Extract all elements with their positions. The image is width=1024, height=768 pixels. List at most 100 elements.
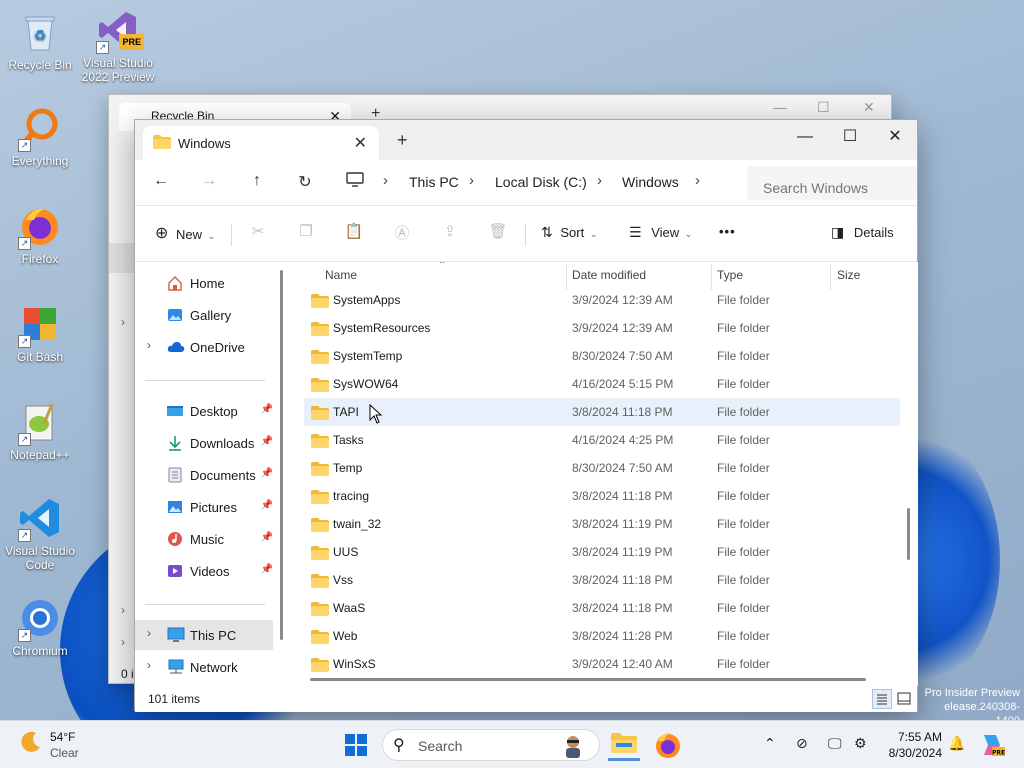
share-icon[interactable]: ⇪	[439, 222, 461, 244]
nav-item-home[interactable]: Home	[135, 268, 273, 298]
chevron-right-icon[interactable]: ›	[597, 172, 602, 189]
pin-icon[interactable]: 📌	[261, 564, 273, 575]
nav-label: Documents	[190, 468, 256, 483]
file-explorer-window[interactable]: Windows ✕ + — ☐ ✕ ← → ↑ ↻ › This PC › Lo…	[134, 119, 918, 712]
more-options-button[interactable]: •••	[719, 224, 736, 246]
nav-item-documents[interactable]: Documents 📌	[135, 460, 273, 490]
new-tab-icon[interactable]: +	[397, 130, 408, 151]
table-row[interactable]: Temp 8/30/2024 7:50 AM File folder	[304, 454, 900, 482]
desktop-icon-vscode[interactable]: ↗ Visual Studio Code	[0, 496, 80, 572]
desktop-icon-recycle-bin[interactable]: ♻ Recycle Bin	[0, 10, 80, 72]
close-icon[interactable]: ✕	[875, 124, 915, 154]
desktop-icon-visual-studio[interactable]: PRE ↗ Visual Studio 2022 Preview	[78, 8, 158, 84]
table-row[interactable]: SystemApps 3/9/2024 12:39 AM File folder	[304, 286, 900, 314]
chevron-right-icon[interactable]: ›	[469, 172, 474, 189]
new-button[interactable]: ⊕ New ⌄	[155, 224, 215, 246]
cut-icon[interactable]: ✂	[247, 222, 269, 244]
nav-item-downloads[interactable]: Downloads 📌	[135, 428, 273, 458]
table-row[interactable]: UUS 3/8/2024 11:19 PM File folder	[304, 538, 900, 566]
details-button[interactable]: ◨ Details	[831, 224, 894, 246]
minimize-icon[interactable]: —	[773, 99, 787, 115]
nav-item-videos[interactable]: Videos 📌	[135, 556, 273, 586]
pin-icon[interactable]: 📌	[261, 436, 273, 447]
nav-item-pictures[interactable]: Pictures 📌	[135, 492, 273, 522]
network-off-icon[interactable]: ⊘	[796, 735, 808, 752]
nav-scrollbar[interactable]	[280, 270, 283, 640]
display-icon[interactable]: 🖵	[828, 735, 842, 752]
table-row[interactable]: TAPI 3/8/2024 11:18 PM File folder	[304, 398, 900, 426]
accessibility-icon[interactable]: ⚙	[854, 735, 867, 752]
back-icon[interactable]: ←	[149, 172, 173, 194]
column-header-type[interactable]: Type	[717, 268, 743, 282]
chevron-right-icon[interactable]: ›	[147, 658, 151, 672]
breadcrumb-this-pc[interactable]: This PC	[409, 174, 459, 190]
desktop-icon-everything[interactable]: ↗ Everything	[0, 106, 80, 168]
minimize-icon[interactable]: —	[785, 124, 825, 154]
paste-icon[interactable]: 📋	[343, 222, 365, 244]
column-header-name[interactable]: Name	[325, 268, 357, 282]
delete-icon[interactable]: 🗑	[487, 222, 509, 244]
monitor-icon[interactable]	[343, 172, 367, 194]
table-row[interactable]: tracing 3/8/2024 11:18 PM File folder	[304, 482, 900, 510]
desktop-icon-git-bash[interactable]: ↗ Git Bash	[0, 302, 80, 364]
table-row[interactable]: WinSxS 3/9/2024 12:40 AM File folder	[304, 650, 900, 678]
notification-bell-icon[interactable]: 🔔	[948, 735, 965, 752]
up-icon[interactable]: ↑	[245, 172, 269, 194]
table-row[interactable]: twain_32 3/8/2024 11:19 PM File folder	[304, 510, 900, 538]
search-input[interactable]	[747, 166, 917, 200]
nav-item-network[interactable]: › Network	[135, 652, 273, 682]
maximize-icon[interactable]: ☐	[817, 99, 830, 116]
start-button[interactable]	[340, 729, 372, 761]
tiles-view-button[interactable]	[894, 689, 914, 709]
table-row[interactable]: WaaS 3/8/2024 11:18 PM File folder	[304, 594, 900, 622]
close-tab-icon[interactable]: ✕	[354, 133, 367, 153]
chevron-right-icon[interactable]: ›	[695, 172, 700, 189]
horizontal-scrollbar[interactable]	[310, 678, 866, 681]
table-row[interactable]: Vss 3/8/2024 11:18 PM File folder	[304, 566, 900, 594]
file-date: 3/8/2024 11:18 PM	[572, 573, 673, 587]
chevron-up-icon[interactable]: ⌃	[764, 735, 776, 752]
table-row[interactable]: SystemResources 3/9/2024 12:39 AM File fol…	[304, 314, 900, 342]
pin-icon[interactable]: 📌	[261, 468, 273, 479]
pin-icon[interactable]: 📌	[261, 500, 273, 511]
taskbar-firefox[interactable]	[652, 729, 684, 761]
maximize-icon[interactable]: ☐	[830, 124, 870, 154]
desktop-icon-chromium[interactable]: ↗ Chromium	[0, 596, 80, 658]
pin-icon[interactable]: 📌	[261, 404, 273, 415]
nav-item-desktop[interactable]: Desktop 📌	[135, 396, 273, 426]
table-row[interactable]: Tasks 4/16/2024 4:25 PM File folder	[304, 426, 900, 454]
pin-icon[interactable]: 📌	[261, 532, 273, 543]
weather-widget[interactable]: 54°F Clear	[18, 729, 79, 760]
copy-icon[interactable]: ❐	[295, 222, 317, 244]
rename-icon[interactable]: Ⓐ	[391, 222, 413, 244]
nav-item-gallery[interactable]: Gallery	[135, 300, 273, 330]
table-row[interactable]: SystemTemp 8/30/2024 7:50 AM File folder	[304, 342, 900, 370]
refresh-icon[interactable]: ↻	[293, 172, 317, 194]
nav-item-onedrive[interactable]: › OneDrive	[135, 332, 273, 362]
forward-icon[interactable]: →	[197, 172, 221, 194]
close-icon[interactable]: ✕	[863, 99, 875, 116]
tab-windows[interactable]: Windows ✕	[143, 126, 379, 160]
breadcrumb-local-disk[interactable]: Local Disk (C:)	[495, 174, 587, 190]
chevron-right-icon[interactable]: ›	[383, 172, 388, 189]
copilot-button[interactable]: PRE	[978, 731, 1010, 763]
breadcrumb-windows[interactable]: Windows	[622, 174, 679, 190]
taskbar-search[interactable]: ⚲ Search	[382, 729, 600, 761]
nav-item-this-pc[interactable]: › This PC	[135, 620, 273, 650]
taskbar-file-explorer[interactable]	[608, 729, 640, 761]
chevron-right-icon[interactable]: ›	[147, 626, 151, 640]
chevron-right-icon[interactable]: ›	[147, 338, 151, 352]
title-bar[interactable]: Windows ✕ + — ☐ ✕	[135, 120, 917, 160]
file-list-scrollbar[interactable]	[907, 508, 910, 560]
column-header-date[interactable]: Date modified	[572, 268, 646, 282]
column-header-size[interactable]: Size	[837, 268, 860, 282]
table-row[interactable]: Web 3/8/2024 11:28 PM File folder	[304, 622, 900, 650]
table-row[interactable]: SysWOW64 4/16/2024 5:15 PM File folder	[304, 370, 900, 398]
desktop-icon-firefox[interactable]: ↗ Firefox	[0, 204, 80, 266]
sort-button[interactable]: ⇅ Sort ⌄	[541, 224, 597, 246]
view-button[interactable]: ☰ View ⌄	[629, 224, 692, 246]
desktop-icon-notepad-plus[interactable]: ↗ Notepad++	[0, 400, 80, 462]
details-view-button[interactable]	[872, 689, 892, 709]
clock[interactable]: 7:55 AM 8/30/2024	[884, 729, 942, 761]
nav-item-music[interactable]: Music 📌	[135, 524, 273, 554]
